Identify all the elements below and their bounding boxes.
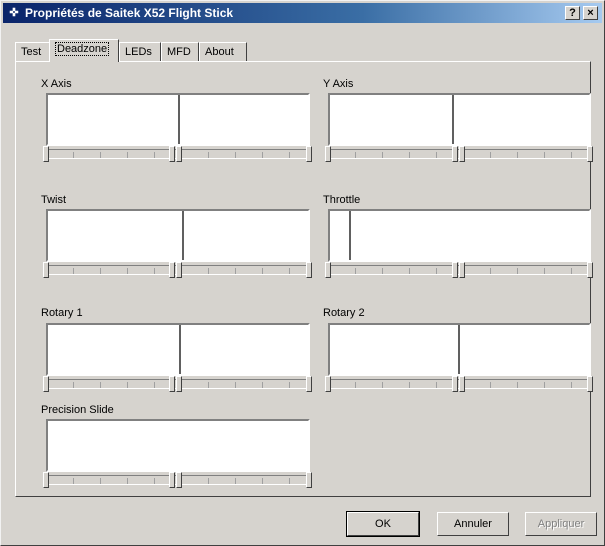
y-axis-label: Y Axis [323,78,354,90]
x-axis-display [46,93,310,146]
window-title: Propriétés de Saitek X52 Flight Stick [25,6,234,20]
twist-deadzone-right-thumb[interactable] [306,262,312,278]
rotary-1-deadzone-center-thumb-right[interactable] [176,376,182,392]
rotary-1-label: Rotary 1 [41,307,83,319]
precision-slide-label: Precision Slide [41,404,114,416]
throttle-deadzone-right-thumb[interactable] [587,262,593,278]
properties-dialog: ✜ Propriétés de Saitek X52 Flight Stick … [0,0,605,546]
joystick-icon: ✜ [9,7,19,19]
throttle-label: Throttle [323,194,361,206]
rotary-2-display [328,323,591,376]
throttle-display [328,209,591,262]
x-axis-deadzone-center-thumb-right[interactable] [176,146,182,162]
precision-slide-deadzone-right-thumb[interactable] [306,472,312,488]
y-axis-deadzone-right-thumb[interactable] [587,146,593,162]
ok-button[interactable]: OK [346,511,420,537]
rotary-1-deadzone-center-thumb-left[interactable] [169,376,175,392]
help-button[interactable]: ? [565,6,580,20]
precision-slide-deadzone-center-thumb-right[interactable] [176,472,182,488]
throttle-deadzone-left-thumb[interactable] [325,262,331,278]
rotary-1-deadzone-right-thumb[interactable] [306,376,312,392]
x-axis-label: X Axis [41,78,72,90]
tab-about[interactable]: About [199,42,247,61]
twist-display [46,209,310,262]
x-axis-deadzone-left-thumb[interactable] [43,146,49,162]
tab-mfd[interactable]: MFD [161,42,199,61]
y-axis-display [328,93,591,146]
y-axis-deadzone-center-thumb-right[interactable] [459,146,465,162]
x-axis-deadzone-center-thumb-left[interactable] [169,146,175,162]
x-axis-position-marker [178,95,180,144]
y-axis-deadzone-center-thumb-left[interactable] [452,146,458,162]
twist-label: Twist [41,194,67,206]
throttle-deadzone-center-thumb-right[interactable] [459,262,465,278]
tab-test[interactable]: Test [15,42,51,61]
tab-leds[interactable]: LEDs [119,42,161,61]
x-axis-deadzone-right-thumb[interactable] [306,146,312,162]
rotary-2-deadzone-center-thumb-right[interactable] [459,376,465,392]
rotary-2-deadzone-left-thumb[interactable] [325,376,331,392]
close-button[interactable]: × [583,6,598,20]
y-axis-position-marker [452,95,454,144]
rotary-2-deadzone-right-thumb[interactable] [587,376,593,392]
rotary-2-label: Rotary 2 [323,307,365,319]
tab-deadzone[interactable]: Deadzone [49,39,119,62]
twist-position-marker [182,211,184,260]
twist-deadzone-center-thumb-left[interactable] [169,262,175,278]
title-bar[interactable]: ✜ Propriétés de Saitek X52 Flight Stick … [3,3,602,23]
throttle-position-marker [349,211,351,260]
cancel-button[interactable]: Annuler [437,512,509,536]
rotary-1-deadzone-left-thumb[interactable] [43,376,49,392]
precision-slide-deadzone-center-thumb-left[interactable] [169,472,175,488]
rotary-1-display [46,323,310,376]
rotary-1-position-marker [179,325,181,374]
rotary-2-deadzone-center-thumb-left[interactable] [452,376,458,392]
precision-slide-display [46,419,310,472]
rotary-2-position-marker [458,325,460,374]
throttle-deadzone-center-thumb-left[interactable] [452,262,458,278]
y-axis-deadzone-left-thumb[interactable] [325,146,331,162]
precision-slide-deadzone-left-thumb[interactable] [43,472,49,488]
apply-button[interactable]: Appliquer [525,512,597,536]
twist-deadzone-left-thumb[interactable] [43,262,49,278]
twist-deadzone-center-thumb-right[interactable] [176,262,182,278]
